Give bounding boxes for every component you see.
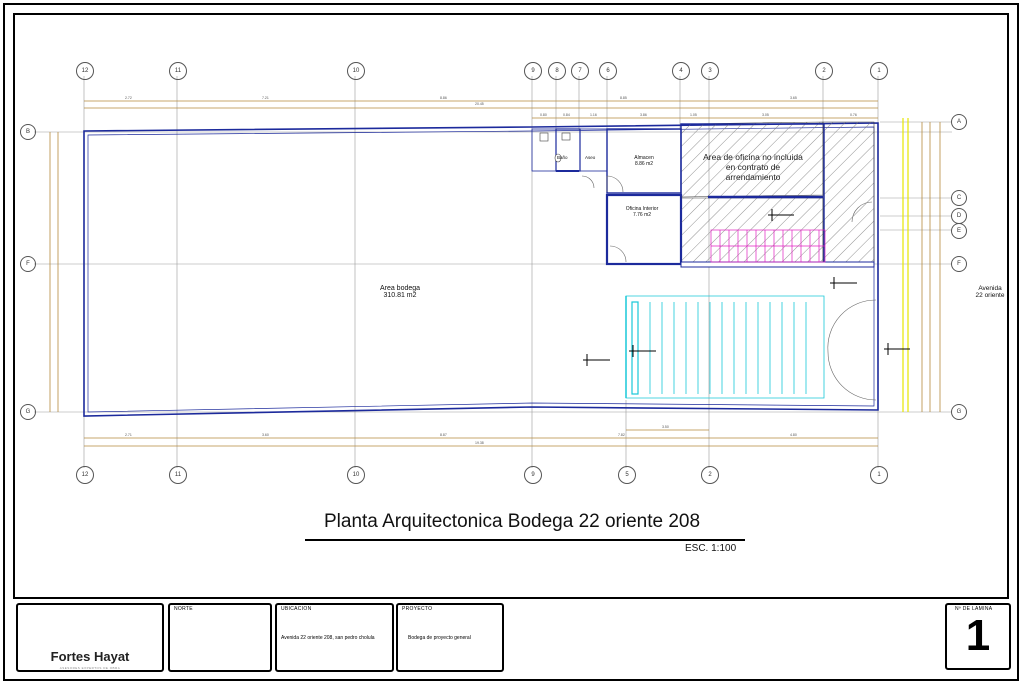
axis-bubble-7: 7 [571,62,589,80]
svg-text:3.05: 3.05 [762,113,769,117]
proyecto-label: PROYECTO [402,606,433,612]
service-rooms [531,128,683,266]
hatched-office-area [680,121,875,268]
axis-bubble-F-right: F [951,256,967,272]
svg-text:7.21: 7.21 [262,96,269,100]
axis-bubble-12: 12 [76,62,94,80]
svg-text:3.60: 3.60 [262,433,269,437]
room-label-bano: Baño [557,155,568,160]
svg-text:8.85: 8.85 [620,96,627,100]
axis-bubble-bottom-9: 9 [524,466,542,484]
svg-text:3.86: 3.86 [640,113,647,117]
svg-text:1.05: 1.05 [690,113,697,117]
axis-bubble-E-right: E [951,223,967,239]
svg-text:2.72: 2.72 [125,96,132,100]
svg-text:7.82: 7.82 [618,433,625,437]
ubicacion-value: Avenida 22 oriente 208, san pedro cholul… [281,635,375,641]
room-label-almacen: Almacen 8.86 m2 [620,155,668,167]
axis-bubble-B-left: B [20,124,36,140]
drawing-scale: ESC. 1:100 [685,543,737,554]
axis-bubble-bottom-12: 12 [76,466,94,484]
svg-text:3.50: 3.50 [662,425,669,429]
drawing-title: Planta Arquitectonica Bodega 22 oriente … [324,511,701,532]
axis-bubble-bottom-5: 5 [618,466,636,484]
axis-bubble-bottom-10: 10 [347,466,365,484]
axis-bubble-C-right: C [951,190,967,206]
axis-bubble-D-right: D [951,208,967,224]
svg-text:19.38: 19.38 [475,441,484,445]
axis-bubble-9: 9 [524,62,542,80]
room-label-oficina: Oficina Interior 7.76 m2 [617,206,667,218]
svg-text:20.45: 20.45 [475,102,484,106]
axis-bubble-6: 6 [599,62,617,80]
axis-bubble-G-right: G [951,404,967,420]
plan-drawing: 2.72 7.21 8.86 8.85 3.6520.45 0.80 0.84 1.16 … [3,3,1019,681]
axis-bubble-bottom-1: 1 [870,466,888,484]
svg-text:2.71: 2.71 [125,433,132,437]
room-area: 8.86 m2 [634,161,654,167]
axis-bubble-4: 4 [672,62,690,80]
drawing-sheet: 2.72 7.21 8.86 8.85 3.65 20.45 0.80 0.84 1.16 … [0,0,1022,684]
ramp [625,295,825,399]
norte-box: NORTE [168,603,272,672]
street-label: Avenida 22 oriente [975,285,1005,299]
sidewalk-lines [902,118,909,412]
svg-text:1.16: 1.16 [590,113,597,117]
svg-text:0.76: 0.76 [850,113,857,117]
room-area: 310.81 m2 [383,292,417,299]
axis-bubble-3: 3 [701,62,719,80]
lamina-box: Nº DE LAMINA 1 [945,603,1011,670]
norte-label: NORTE [174,606,193,612]
logo-box: Fortes Hayat ASESORES EXPERTOS DE OBRA [16,603,164,672]
svg-text:8.86: 8.86 [440,96,447,100]
room-name: Area bodega [379,285,421,292]
ubicacion-label: UBICACION [281,606,312,612]
axis-bubble-bottom-11: 11 [169,466,187,484]
axis-bubble-2: 2 [815,62,833,80]
axis-bubble-G-left: G [20,404,36,420]
svg-text:8.87: 8.87 [440,433,447,437]
room-label-aseo: Aseo [585,155,596,160]
ubicacion-box: UBICACION Avenida 22 oriente 208, san pe… [275,603,394,672]
axis-bubble-11: 11 [169,62,187,80]
axis-bubble-8: 8 [548,62,566,80]
lamina-number: 1 [965,611,991,660]
svg-text:0.84: 0.84 [563,113,570,117]
proyecto-box: PROYECTO Bodega de proyecto general [396,603,504,672]
svg-text:4.80: 4.80 [790,433,797,437]
room-label-oficina-no-incluida: Area de oficina no incluida en contrato … [703,152,803,182]
svg-text:3.65: 3.65 [790,96,797,100]
axis-bubble-10: 10 [347,62,365,80]
axis-bubble-bottom-2: 2 [701,466,719,484]
proyecto-value: Bodega de proyecto general [408,635,471,641]
svg-text:0.80: 0.80 [540,113,547,117]
axis-bubble-1: 1 [870,62,888,80]
logo-tagline: ASESORES EXPERTOS DE OBRA [59,666,121,670]
room-label-bodega: Area bodega 310.81 m2 [360,285,440,299]
sheet-border [3,3,1019,681]
room-area: 7.76 m2 [632,212,652,218]
logo-name: Fortes Hayat [50,649,130,664]
axis-bubble-F-left: F [20,256,36,272]
axis-bubble-A-right: A [951,114,967,130]
